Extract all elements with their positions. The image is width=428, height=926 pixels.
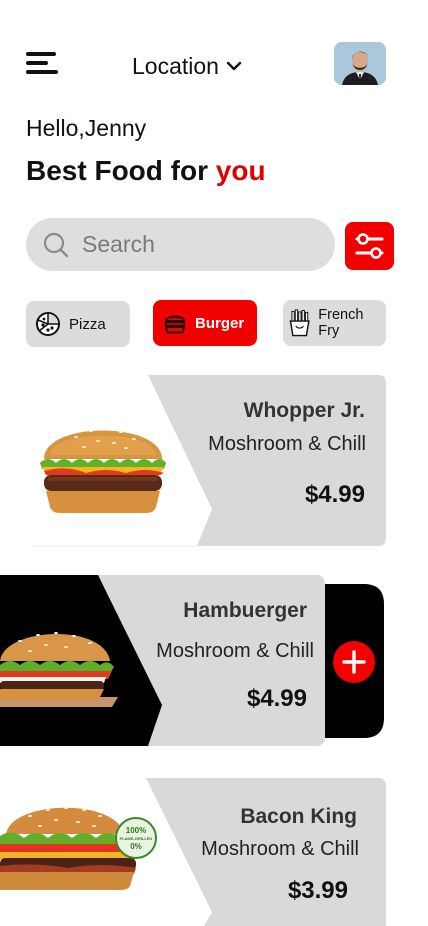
- category-pizza[interactable]: Pizza: [26, 301, 130, 347]
- menu-button[interactable]: [26, 52, 58, 76]
- burger-image: 100% FLAME-GRILLED 0%: [0, 807, 157, 890]
- burger-image: [40, 428, 166, 513]
- plus-icon: [342, 650, 366, 674]
- headline-accent: you: [215, 155, 266, 186]
- category-label: French Fry: [318, 307, 364, 339]
- badge-line-3: 0%: [130, 842, 142, 851]
- food-description: Moshroom & Chill: [201, 838, 359, 860]
- badge-line-2: FLAME-GRILLED: [120, 836, 153, 841]
- menu-icon-bar: [26, 52, 56, 56]
- location-label: Location: [132, 52, 219, 79]
- location-selector[interactable]: Location: [132, 52, 243, 80]
- category-label: Burger: [195, 314, 245, 332]
- category-label: Pizza: [69, 315, 106, 333]
- page-title: Best Food for you: [26, 155, 266, 187]
- badge-line-1: 100%: [126, 826, 146, 835]
- sliders-icon: [355, 233, 384, 259]
- food-price: $3.99: [287, 877, 348, 904]
- filter-button[interactable]: [345, 222, 394, 270]
- chevron-down-icon: [226, 61, 242, 71]
- add-to-cart-button[interactable]: [333, 641, 375, 683]
- food-price: $4.99: [246, 685, 307, 712]
- avatar[interactable]: [334, 42, 386, 85]
- food-name: Hambuerger: [183, 599, 307, 622]
- food-name: Whopper Jr.: [243, 399, 365, 422]
- french-fries-icon: [289, 309, 310, 337]
- food-price: $4.99: [304, 481, 365, 508]
- food-description: Moshroom & Chill: [208, 433, 366, 455]
- menu-icon-bar: [26, 70, 58, 74]
- food-name: Bacon King: [240, 805, 357, 828]
- category-french-fry[interactable]: French Fry: [283, 300, 386, 346]
- food-description: Moshroom & Chill: [156, 640, 314, 662]
- burger-icon: [164, 315, 186, 334]
- search-input[interactable]: [82, 231, 302, 258]
- category-burger[interactable]: Burger: [153, 300, 257, 346]
- food-card-bacon-king[interactable]: 100% FLAME-GRILLED 0% Bacon King Moshroo…: [0, 778, 428, 926]
- user-avatar-icon: [334, 42, 386, 85]
- menu-icon-bar: [26, 61, 48, 65]
- greeting-text: Hello,Jenny: [26, 115, 147, 141]
- pizza-icon: [36, 312, 60, 336]
- food-card-whopper-jr[interactable]: Whopper Jr. Moshroom & Chill $4.99: [0, 375, 428, 550]
- search-icon: [43, 232, 69, 257]
- burger-image: [0, 632, 118, 707]
- search-bar[interactable]: [26, 218, 335, 271]
- headline-prefix: Best Food for: [26, 155, 216, 186]
